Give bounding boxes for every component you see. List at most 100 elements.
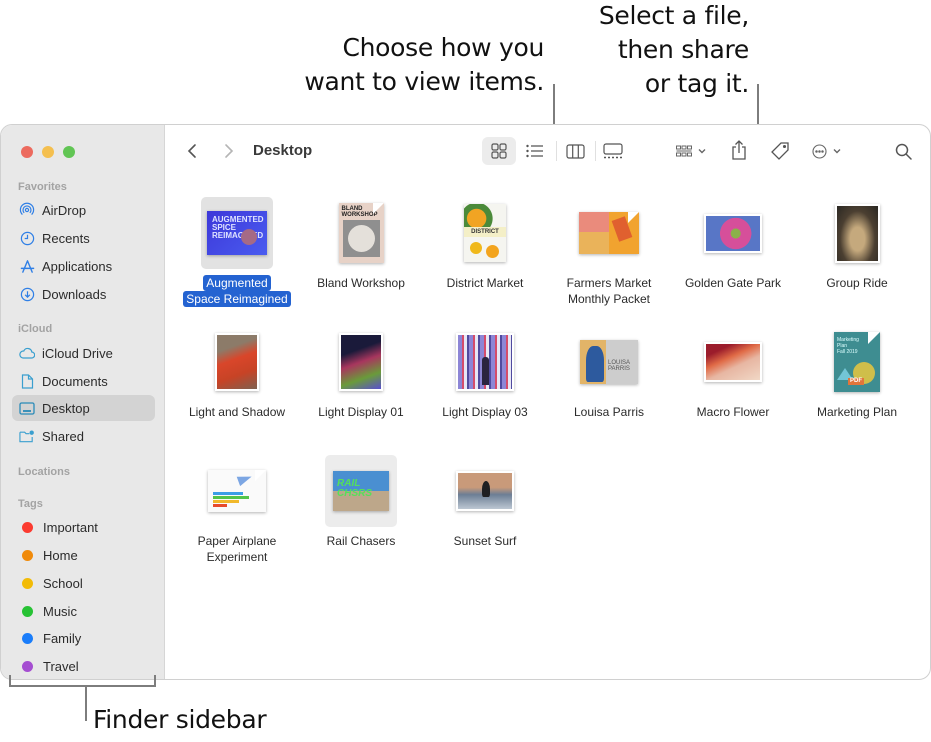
tag-icon	[771, 142, 789, 160]
file-item[interactable]: Macro Flower	[671, 326, 795, 420]
sidebar-tag-important[interactable]: Important	[12, 514, 155, 540]
tag-button[interactable]	[766, 137, 794, 165]
sidebar-tag-home[interactable]: Home	[12, 542, 155, 568]
gallery-icon	[603, 143, 623, 159]
list-view-button[interactable]	[518, 137, 552, 165]
file-item[interactable]: Golden Gate Park	[671, 197, 795, 291]
file-item[interactable]: Light and Shadow	[175, 326, 299, 420]
file-thumbnail: AUGMENTED SPICE REIMAGINED	[201, 197, 273, 269]
file-item[interactable]: Marketing Plan Fall 2019 PDF Marketing Pla…	[795, 326, 919, 420]
file-name-line: Paper Airplane	[197, 534, 277, 548]
tag-color-dot	[22, 605, 33, 617]
file-name-line: Macro Flower	[696, 405, 770, 419]
sidebar-item-applications[interactable]: Applications	[12, 253, 155, 279]
sidebar-item-label: iCloud Drive	[42, 345, 113, 361]
forward-button[interactable]	[219, 139, 239, 163]
file-item[interactable]: Paper Airplane Experiment	[175, 455, 299, 565]
file-thumbnail: Marketing Plan Fall 2019 PDF	[821, 326, 893, 398]
leader-line	[85, 685, 87, 721]
file-name-line: Group Ride	[826, 276, 888, 290]
file-item[interactable]: Farmers Market Monthly Packet	[547, 197, 671, 307]
column-view-button[interactable]	[558, 137, 592, 165]
sidebar-item-airdrop[interactable]: AirDrop	[12, 197, 155, 223]
file-thumbnail	[573, 197, 645, 269]
document-thumbnail: DISTRICT	[464, 204, 506, 262]
file-name-line: District Market	[446, 276, 524, 290]
file-thumbnail	[821, 197, 893, 269]
window-title: Desktop	[253, 142, 313, 159]
sidebar-item-label: Travel	[43, 658, 79, 674]
download-icon	[19, 286, 35, 302]
file-item[interactable]: Sunset Surf	[423, 455, 547, 549]
callout-line: Choose how you	[342, 33, 544, 62]
file-name: Augmented Space Reimagined	[183, 275, 291, 307]
file-item[interactable]: Light Display 01	[299, 326, 423, 420]
callout-line: then share	[617, 35, 749, 64]
divider	[556, 141, 557, 161]
file-name-line: Monthly Packet	[567, 292, 651, 306]
share-button[interactable]	[727, 135, 751, 165]
file-name-line: Marketing Plan	[816, 405, 898, 419]
sidebar-tag-travel[interactable]: Travel	[12, 653, 155, 679]
sidebar-item-label: Music	[43, 603, 77, 619]
tag-color-dot	[22, 660, 33, 672]
back-button[interactable]	[182, 139, 202, 163]
section-locations[interactable]: Locations	[18, 466, 70, 478]
sidebar-item-label: Family	[43, 630, 82, 646]
section-tags[interactable]: Tags	[18, 498, 43, 510]
sidebar-tag-music[interactable]: Music	[12, 598, 155, 624]
sidebar-item-label: Applications	[42, 258, 113, 274]
columns-icon	[565, 143, 585, 159]
sidebar-item-downloads[interactable]: Downloads	[12, 281, 155, 307]
group-by-button[interactable]	[671, 137, 711, 165]
sidebar-tag-family[interactable]: Family	[12, 625, 155, 651]
sidebar-item-desktop[interactable]: Desktop	[12, 395, 155, 421]
tag-color-dot	[22, 632, 33, 644]
search-icon	[895, 143, 912, 160]
sidebar-item-documents[interactable]: Documents	[12, 368, 155, 394]
more-actions-button[interactable]	[807, 137, 845, 165]
toolbar: Desktop	[166, 125, 930, 177]
file-thumbnail	[201, 326, 273, 398]
tag-color-dot	[22, 549, 33, 561]
sidebar-item-recents[interactable]: Recents	[12, 225, 155, 251]
sidebar-item-label: Recents	[42, 230, 90, 246]
sidebar-item-label: Home	[43, 547, 78, 563]
search-button[interactable]	[890, 138, 916, 164]
file-item[interactable]: BLAND WORKSHOP Bland Workshop	[299, 197, 423, 291]
sidebar-item-label: School	[43, 575, 83, 591]
pages-thumbnail: BLAND WORKSHOP	[338, 203, 384, 263]
photo-thumbnail	[704, 213, 762, 253]
sidebar-item-label: Shared	[42, 428, 84, 444]
file-item[interactable]: AUGMENTED SPICE REIMAGINED Augmented Space…	[175, 197, 299, 307]
callout-share-tag: Select a file, then share or tag it.	[599, 0, 749, 101]
sidebar-item-shared[interactable]: Shared	[12, 423, 155, 449]
file-item[interactable]: DISTRICT District Market	[423, 197, 547, 291]
file-name-line: Golden Gate Park	[684, 276, 782, 290]
file-name: Paper Airplane Experiment	[198, 533, 277, 565]
sidebar-item-label: Important	[43, 519, 98, 535]
chevron-down-icon	[833, 149, 840, 154]
file-item[interactable]: RAIL CHSRS Rail Chasers	[299, 455, 423, 549]
minimize-button[interactable]	[42, 146, 54, 158]
zoom-button[interactable]	[63, 146, 75, 158]
callout-line: or tag it.	[644, 69, 749, 98]
sidebar-tag-school[interactable]: School	[12, 570, 155, 596]
back-chevron-icon	[187, 144, 196, 158]
airdrop-icon	[19, 202, 35, 218]
file-name-line: Bland Workshop	[317, 276, 405, 290]
sidebar-item-icloud-drive[interactable]: iCloud Drive	[12, 340, 155, 366]
sidebar-item-label: AirDrop	[42, 202, 87, 218]
finder-sidebar: Favorites AirDrop Recents Applications D…	[1, 125, 165, 679]
gallery-view-button[interactable]	[596, 137, 630, 165]
close-button[interactable]	[21, 146, 33, 158]
file-name: Light and Shadow	[189, 404, 285, 420]
file-item[interactable]: Group Ride	[795, 197, 919, 291]
file-item[interactable]: Light Display 03	[423, 326, 547, 420]
file-item[interactable]: LOUISA PARRIS Louisa Parris	[547, 326, 671, 420]
tag-color-dot	[22, 521, 33, 533]
icon-view-button[interactable]	[482, 137, 516, 165]
applications-icon	[19, 258, 35, 274]
file-thumbnail: RAIL CHSRS	[325, 455, 397, 527]
file-name-line: Rail Chasers	[326, 534, 396, 548]
